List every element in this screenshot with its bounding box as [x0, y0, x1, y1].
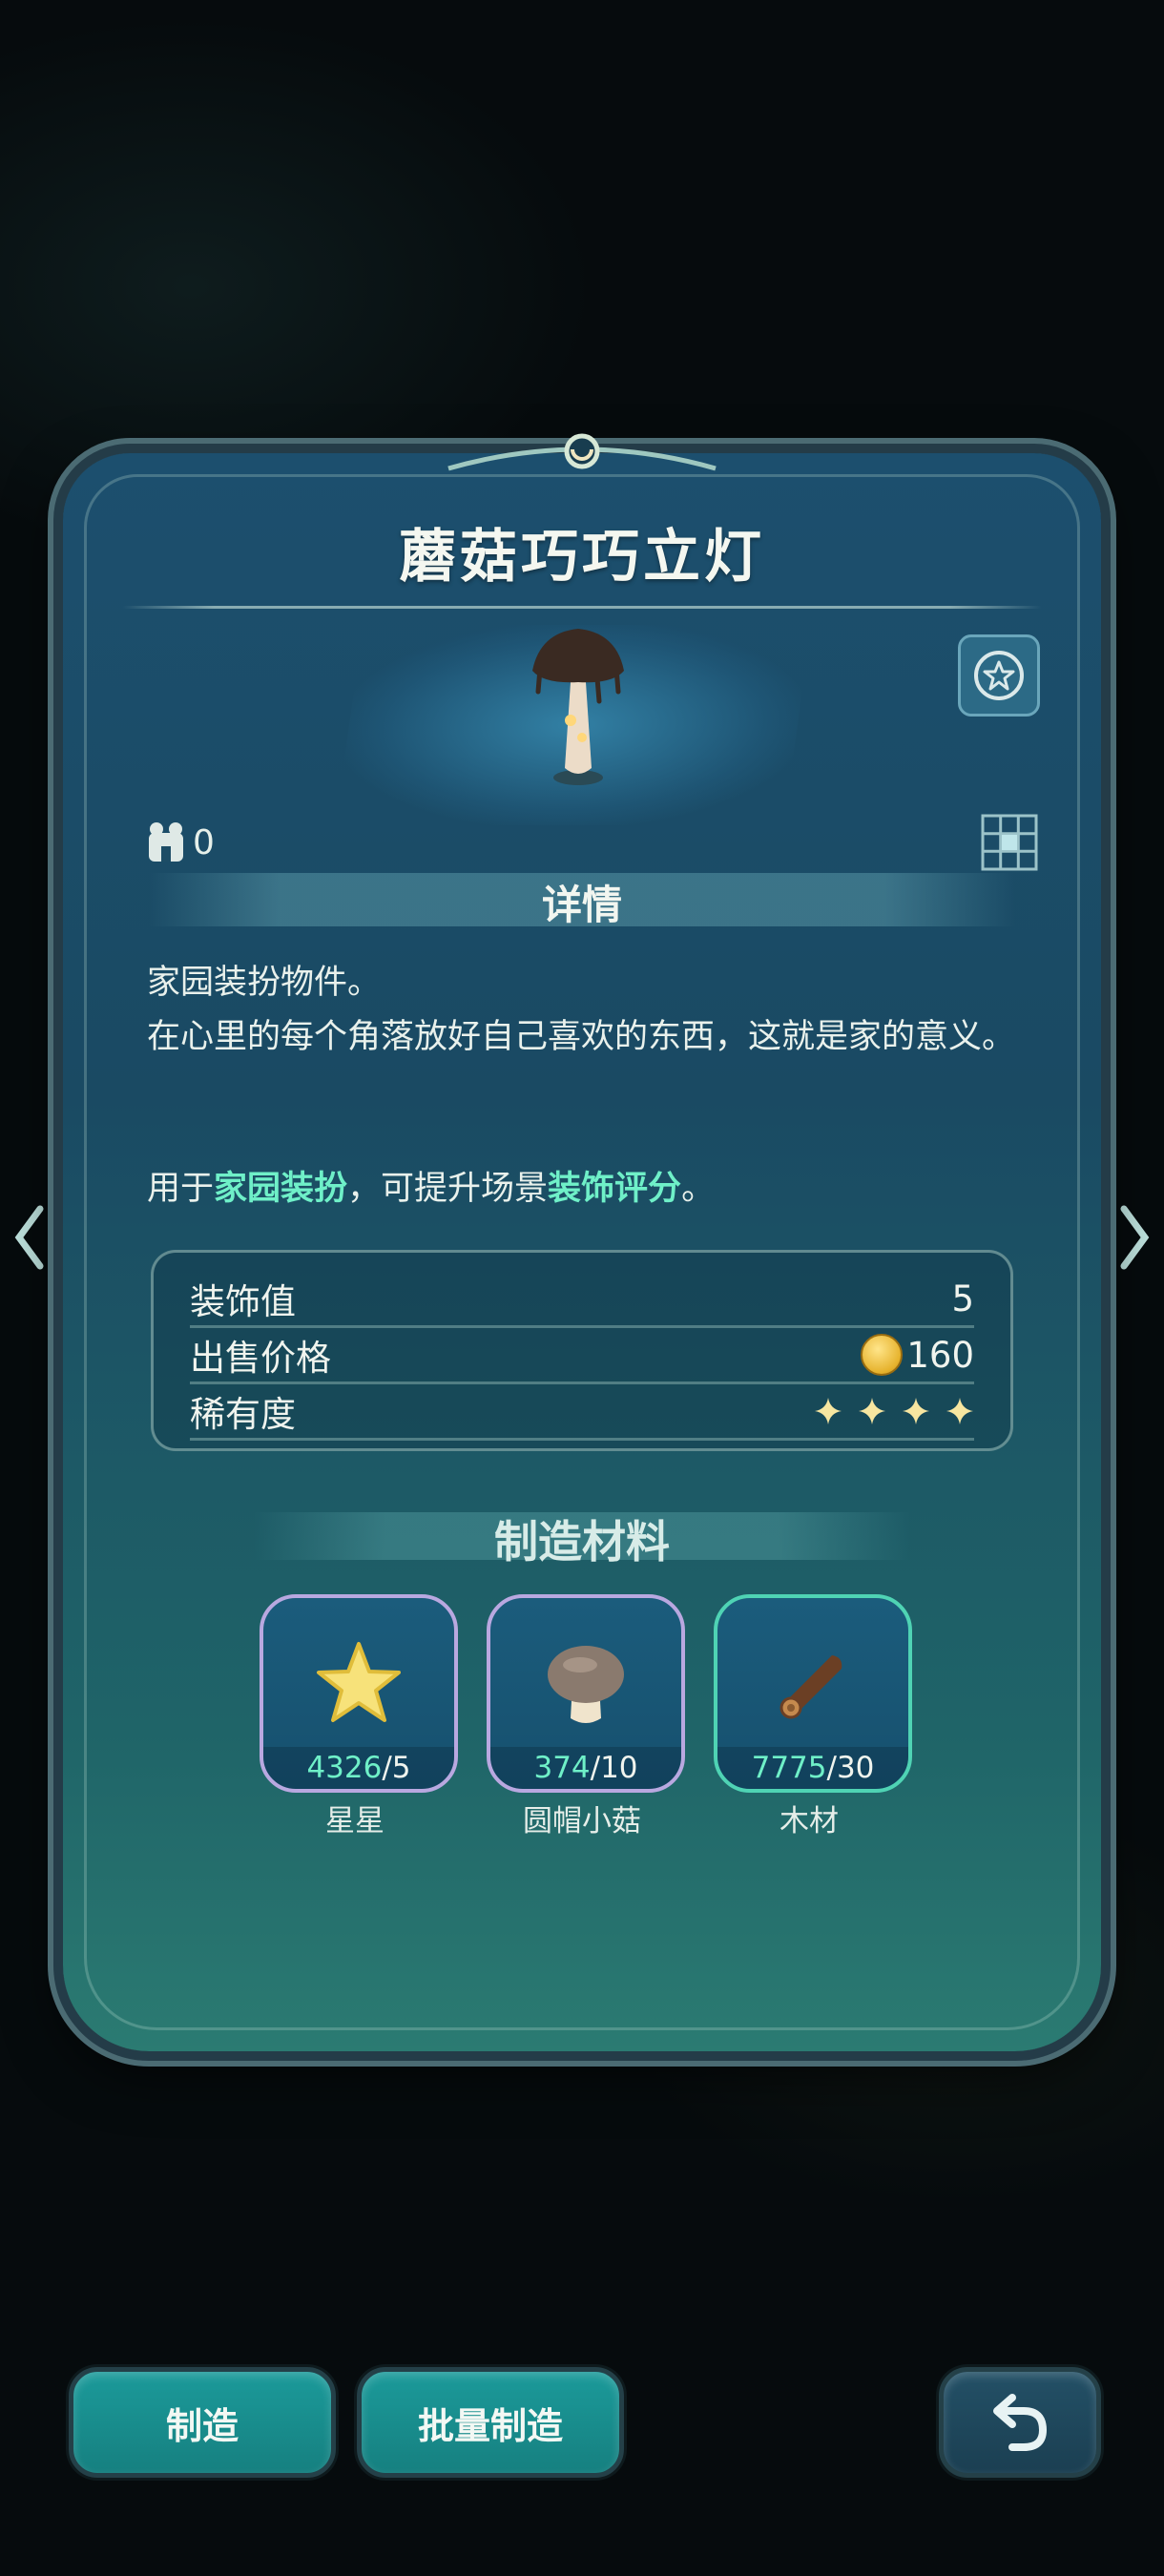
rarity-star-icon	[859, 1398, 885, 1424]
material-slot-mushroom[interactable]: 374/10	[487, 1594, 685, 1793]
material-slot-wood[interactable]: 7775/30	[714, 1594, 912, 1793]
material-count: 7775/30	[717, 1747, 908, 1789]
rarity-star-icon	[815, 1398, 842, 1424]
details-heading: 详情	[541, 882, 622, 928]
favorite-button[interactable]	[958, 634, 1040, 717]
usage-text: 用于家园装扮，可提升场景装饰评分。	[147, 1161, 715, 1210]
title-divider	[122, 606, 1042, 609]
house-owned-icon	[149, 822, 183, 862]
material-name: 圆帽小菇	[523, 1804, 641, 1839]
moon-crest-icon	[447, 433, 717, 471]
materials-heading: 制造材料	[494, 1516, 670, 1568]
item-detail-card: 蘑菇巧巧立灯 0 详情 家园装扮物件。 在心里的每个角落放好自己喜欢的东西，这就…	[63, 433, 1101, 2051]
decor-value: 5	[951, 1278, 974, 1319]
usage-prefix: 用于	[147, 1170, 215, 1208]
craft-button[interactable]: 制造	[69, 2367, 336, 2478]
description-line: 家园装扮物件。	[147, 964, 382, 1002]
material-name: 木材	[779, 1804, 839, 1839]
previous-item-arrow-icon[interactable]	[11, 1204, 50, 1271]
material-count: 374/10	[490, 1747, 681, 1789]
usage-middle: ，可提升场景	[347, 1170, 549, 1208]
material-count: 4326/5	[263, 1747, 454, 1789]
rarity-star-icon	[946, 1398, 973, 1424]
sell-price-label: 出售价格	[190, 1338, 331, 1379]
rarity-stars	[814, 1397, 974, 1425]
usage-highlight-decor-score: 装饰评分	[548, 1170, 682, 1208]
material-have: 7775	[751, 1751, 827, 1785]
batch-craft-button[interactable]: 批量制造	[357, 2367, 624, 2478]
material-name: 星星	[325, 1804, 385, 1839]
decor-value-row: 装饰值 5	[190, 1272, 974, 1328]
rarity-row: 稀有度	[190, 1384, 974, 1441]
mushroom-icon	[548, 1646, 624, 1723]
description-line: 在心里的每个角落放好自己喜欢的东西，这就是家的意义。	[147, 1018, 1016, 1056]
rarity-label: 稀有度	[190, 1394, 296, 1435]
star-icon	[317, 1642, 401, 1722]
material-need: /30	[826, 1751, 875, 1785]
star-badge-icon	[974, 651, 1024, 700]
stats-panel: 装饰值 5 出售价格 160 稀有度	[151, 1250, 1013, 1451]
owned-count-value: 0	[193, 822, 215, 862]
owned-count: 0	[145, 820, 215, 865]
log-icon	[779, 1655, 842, 1719]
return-arrow-icon	[993, 2394, 1048, 2451]
sell-price-row: 出售价格 160	[190, 1328, 974, 1384]
decor-value-label: 装饰值	[190, 1281, 296, 1322]
usage-suffix: 。	[681, 1170, 716, 1208]
material-need: /5	[382, 1751, 411, 1785]
material-slot-star[interactable]: 4326/5	[260, 1594, 458, 1793]
placement-grid-icon	[981, 814, 1038, 871]
rarity-star-icon	[903, 1398, 929, 1424]
material-have: 4326	[306, 1751, 383, 1785]
sell-price: 160	[861, 1334, 974, 1376]
sell-price-value: 160	[906, 1334, 974, 1376]
material-have: 374	[533, 1751, 591, 1785]
material-need: /10	[590, 1751, 638, 1785]
back-button[interactable]	[939, 2367, 1101, 2478]
item-description: 家园装扮物件。 在心里的每个角落放好自己喜欢的东西，这就是家的意义。	[147, 956, 1025, 1065]
item-title: 蘑菇巧巧立灯	[399, 524, 765, 591]
mushroom-lamp-image	[532, 629, 624, 785]
next-item-arrow-icon[interactable]	[1114, 1204, 1153, 1271]
usage-highlight-home-decor: 家园装扮	[214, 1170, 348, 1208]
coin-icon	[861, 1334, 904, 1376]
